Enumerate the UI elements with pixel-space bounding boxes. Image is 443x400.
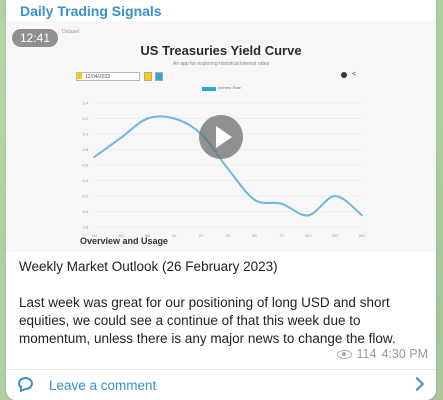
y-tick-label: 4.6 [82,163,88,168]
data-point [334,195,337,197]
y-tick-label: 5.4 [82,101,88,106]
y-tick-label: 5.2 [82,116,88,121]
y-tick-label: 4.0 [82,209,88,214]
video-preview[interactable]: Dataset US Treasuries Yield Curve An app… [6,21,436,252]
data-point [146,117,149,120]
x-tick-label: 20Y [332,233,339,238]
data-point [254,199,256,201]
channel-post-bubble: Daily Trading Signals Dataset US Treasur… [6,0,436,400]
x-tick-label: 2Y [199,233,204,238]
post-time: 4:30 PM [381,347,428,361]
post-meta: 114 4:30 PM [336,347,428,361]
view-count: 114 [356,347,377,361]
chevron-right-icon [409,376,425,392]
x-tick-label: 10Y [305,233,312,238]
video-duration-badge: 12:41 [12,29,59,47]
post-text: Weekly Market Outlook (26 February 2023)… [19,258,429,348]
y-tick-label: 4.2 [82,194,88,199]
y-tick-label: 4.4 [82,178,88,183]
play-icon [216,126,232,148]
data-point [93,156,95,159]
post-body: Last week was great for our positioning … [19,295,396,346]
data-point [173,117,176,120]
comment-icon [18,377,33,390]
eye-icon [336,349,352,359]
y-tick-label: 3.8 [82,225,88,230]
x-tick-label: 3Y [226,233,231,238]
leave-comment-label: Leave a comment [49,378,157,393]
data-point [361,214,363,217]
x-tick-label: 30Y [358,233,365,238]
channel-name[interactable]: Daily Trading Signals [20,2,162,20]
y-tick-label: 5.0 [82,132,88,137]
x-tick-label: 5Y [252,233,257,238]
y-tick-label: 4.8 [82,147,88,152]
x-tick-label: 1Y [172,233,177,238]
post-title-line: Weekly Market Outlook (26 February 2023) [19,259,278,274]
x-tick-label: 7Y [279,233,284,238]
data-point [227,168,229,170]
data-point [280,202,283,205]
overview-heading: Overview and Usage [80,236,169,246]
data-point [120,137,122,139]
leave-comment-button[interactable]: Leave a comment [6,370,436,400]
data-point [307,214,310,217]
